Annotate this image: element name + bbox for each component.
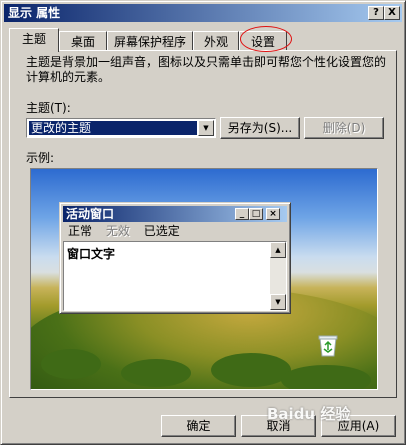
scroll-down-icon: ▼ xyxy=(270,294,286,310)
shrub xyxy=(211,353,291,387)
preview-menu-normal: 正常 xyxy=(68,224,93,238)
chevron-down-icon[interactable]: ▼ xyxy=(198,120,214,136)
preview-window-title: 活动窗口 xyxy=(66,207,115,221)
display-properties-dialog: 显示 属性 ? X 主题 桌面 屏幕保护程序 外观 设置 主题是背景加一组声音，… xyxy=(0,0,406,445)
recycle-bin-icon xyxy=(318,335,338,357)
preview-menu-bar: 正常 无效 已选定 xyxy=(68,224,190,238)
close-button[interactable]: X xyxy=(384,6,400,20)
preview-menu-disabled: 无效 xyxy=(105,224,130,238)
theme-select[interactable]: 更改的主题 ▼ xyxy=(26,118,216,138)
themes-description: 主题是背景加一组声音，图标以及只需单击即可帮您个性化设置您的计算机的元素。 xyxy=(26,55,387,84)
window-title: 显示 属性 xyxy=(8,6,61,20)
preview-menu-selected: 已选定 xyxy=(143,224,180,238)
title-bar[interactable]: 显示 属性 ? X xyxy=(4,4,402,22)
tab-screen-saver[interactable]: 屏幕保护程序 xyxy=(107,31,193,51)
minimize-icon: _ xyxy=(235,208,249,220)
delete-button[interactable]: 删除(D) xyxy=(304,117,384,139)
theme-label: 主题(T): xyxy=(26,101,71,115)
theme-select-value: 更改的主题 xyxy=(29,121,197,135)
preview-label: 示例: xyxy=(26,151,55,165)
maximize-icon: □ xyxy=(249,208,263,220)
preview-scrollbar: ▲ ▼ xyxy=(270,242,286,310)
themes-tab-panel: 主题是背景加一组声音，图标以及只需单击即可帮您个性化设置您的计算机的元素。 主题… xyxy=(9,50,397,398)
save-as-button[interactable]: 另存为(S)... xyxy=(220,117,300,139)
preview-window-text: 窗口文字 xyxy=(67,247,116,261)
tab-themes[interactable]: 主题 xyxy=(9,28,59,52)
preview-window-client: 窗口文字 ▲ ▼ xyxy=(63,241,287,311)
preview-active-window: 活动窗口 _ □ × 正常 无效 已选定 窗口文字 ▲ ▼ xyxy=(59,202,291,314)
close-icon: × xyxy=(266,208,280,220)
tab-appearance[interactable]: 外观 xyxy=(193,31,239,51)
tab-desktop[interactable]: 桌面 xyxy=(59,31,107,51)
help-button[interactable]: ? xyxy=(368,6,384,20)
tab-settings[interactable]: 设置 xyxy=(239,31,287,51)
preview-title-bar: 活动窗口 _ □ × xyxy=(63,206,287,222)
shrub xyxy=(281,365,371,389)
scroll-up-icon: ▲ xyxy=(270,242,286,258)
shrub xyxy=(121,359,191,387)
ok-button[interactable]: 确定 xyxy=(161,415,236,437)
shrub xyxy=(41,349,101,379)
theme-preview: 活动窗口 _ □ × 正常 无效 已选定 窗口文字 ▲ ▼ xyxy=(30,168,378,390)
baidu-watermark: Baidu 经验 xyxy=(267,405,351,423)
